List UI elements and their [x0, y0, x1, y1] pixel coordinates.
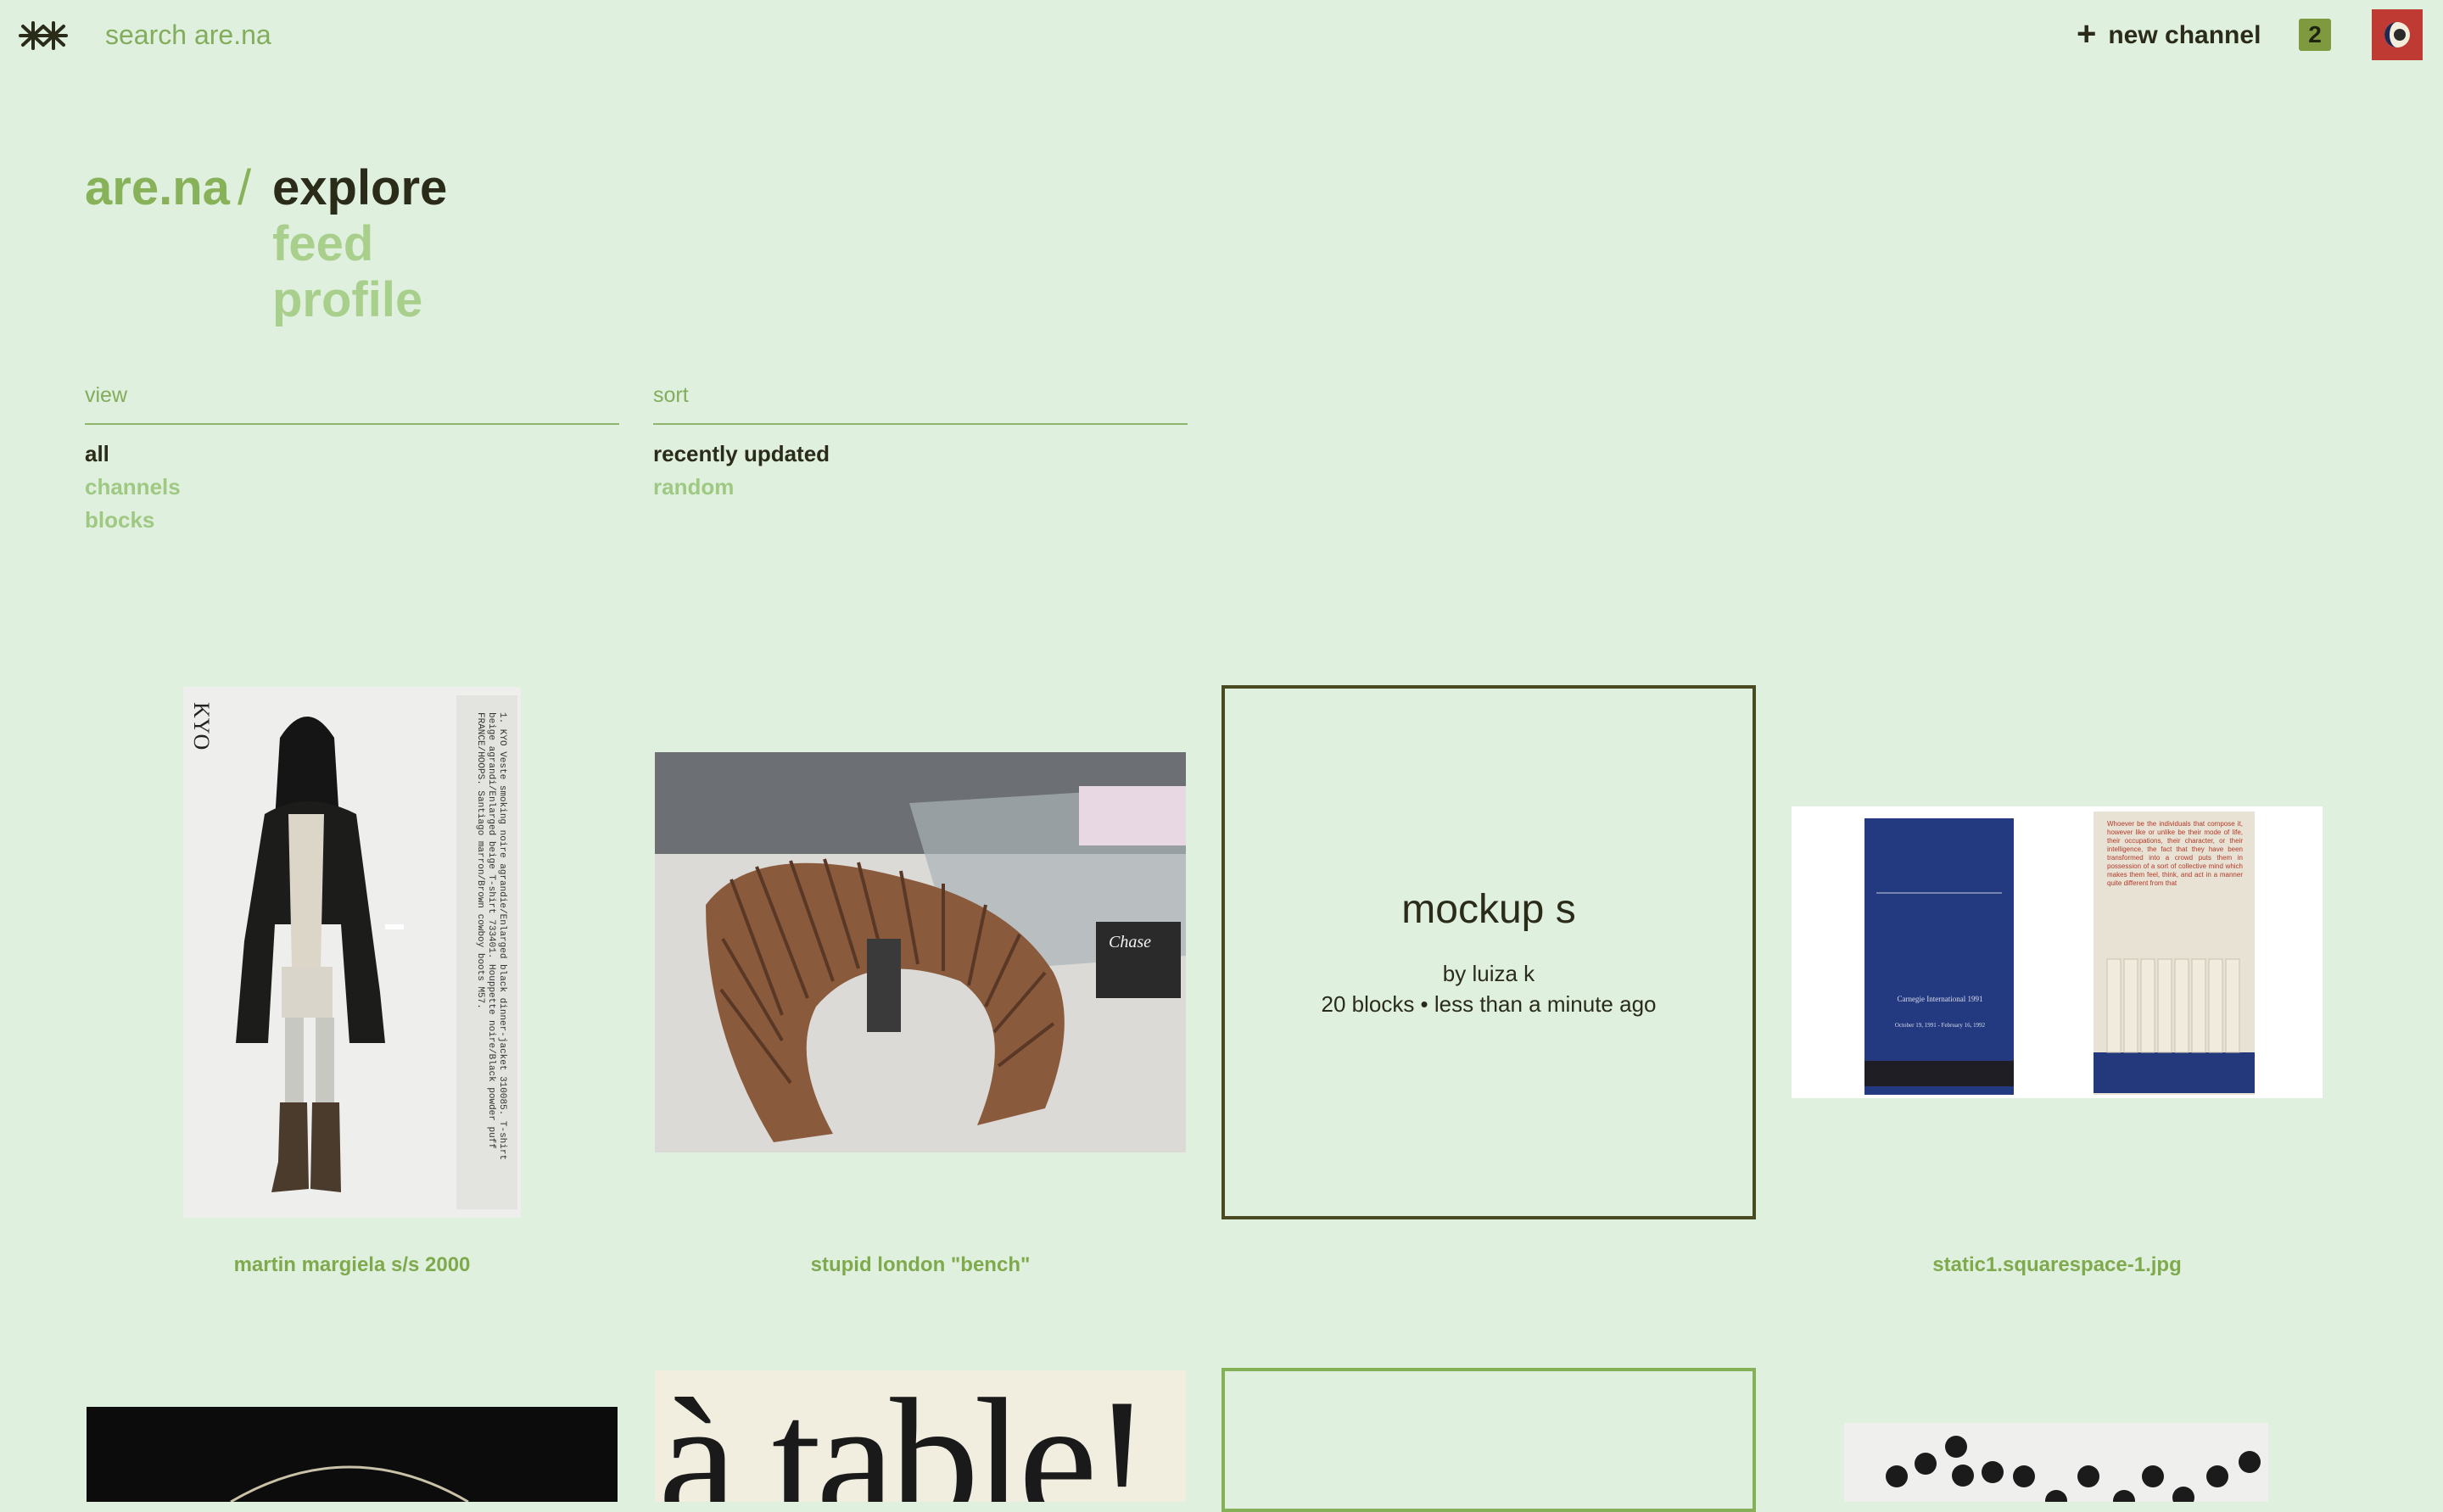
- block-caption[interactable]: stupid london "bench": [649, 1253, 1192, 1277]
- breadcrumb-root-link[interactable]: are.na: [85, 161, 230, 215]
- nav-link-profile[interactable]: profile: [272, 273, 422, 327]
- channel-meta: 20 blocks • less than a minute ago: [1321, 990, 1657, 1017]
- nav-link-feed[interactable]: feed: [272, 217, 373, 271]
- view-option-blocks[interactable]: blocks: [85, 504, 154, 537]
- block-image-bench[interactable]: Chase: [655, 752, 1186, 1152]
- kyo-label: KYO: [189, 702, 214, 750]
- a-table-poster-text: à table!: [658, 1370, 1152, 1502]
- arena-logo-icon[interactable]: [15, 15, 71, 56]
- moon-avatar-icon: [2384, 22, 2410, 47]
- sort-filter-label: sort: [653, 383, 689, 407]
- plus-icon: +: [2077, 15, 2097, 53]
- new-channel-label: new channel: [2108, 21, 2261, 49]
- svg-text:Chase: Chase: [1109, 933, 1151, 951]
- dark-photo: [87, 1407, 618, 1502]
- matchbook-right-quote: Whoever be the individuals that compose …: [2107, 820, 2243, 887]
- view-filter-label: view: [85, 383, 128, 407]
- channel-title: mockup s: [1401, 886, 1576, 932]
- sort-option-recently-updated[interactable]: recently updated: [653, 438, 830, 471]
- block-image-margiela[interactable]: KYO 1. KYO Veste smoking noire agrandie/…: [183, 687, 521, 1218]
- matchbook-left-title: Carnegie International 1991: [1897, 995, 1983, 1003]
- channel-card[interactable]: mockup s by luiza k 20 blocks • less tha…: [1222, 685, 1756, 1219]
- sort-filter-divider: [653, 423, 1188, 425]
- breadcrumb-separator: /: [238, 160, 252, 215]
- page-title[interactable]: explore: [272, 161, 447, 215]
- user-avatar[interactable]: [2372, 9, 2423, 60]
- view-option-all[interactable]: all: [85, 438, 109, 471]
- view-option-channels[interactable]: channels: [85, 471, 181, 504]
- block-image-matchbooks[interactable]: Carnegie International 1991 October 19, …: [1792, 806, 2323, 1098]
- channel-author: by luiza k: [1442, 960, 1535, 986]
- sort-option-random[interactable]: random: [653, 471, 734, 504]
- matchbook-left-dates: October 19, 1991 - February 16, 1992: [1894, 1022, 1986, 1029]
- margiela-photo: [183, 687, 521, 1218]
- notification-badge[interactable]: 2: [2299, 19, 2331, 51]
- matchbooks-photo: [1792, 806, 2323, 1098]
- search-input[interactable]: [88, 12, 682, 58]
- block-image-a-table[interactable]: à table!: [655, 1370, 1186, 1502]
- margiela-caption-text: 1. KYO Veste smoking noire agrandie/Enla…: [475, 712, 507, 1161]
- block-caption[interactable]: martin margiela s/s 2000: [81, 1253, 623, 1277]
- block-image-dark[interactable]: [87, 1407, 618, 1502]
- new-channel-button[interactable]: + new channel: [2077, 17, 2261, 54]
- block-caption[interactable]: static1.squarespace-1.jpg: [1786, 1253, 2328, 1277]
- view-filter-divider: [85, 423, 619, 425]
- bench-photo: Chase: [655, 752, 1186, 1152]
- dots-pattern: [1886, 1436, 2261, 1502]
- block-image-dots[interactable]: [1844, 1423, 2268, 1502]
- channel-card[interactable]: [1222, 1368, 1756, 1512]
